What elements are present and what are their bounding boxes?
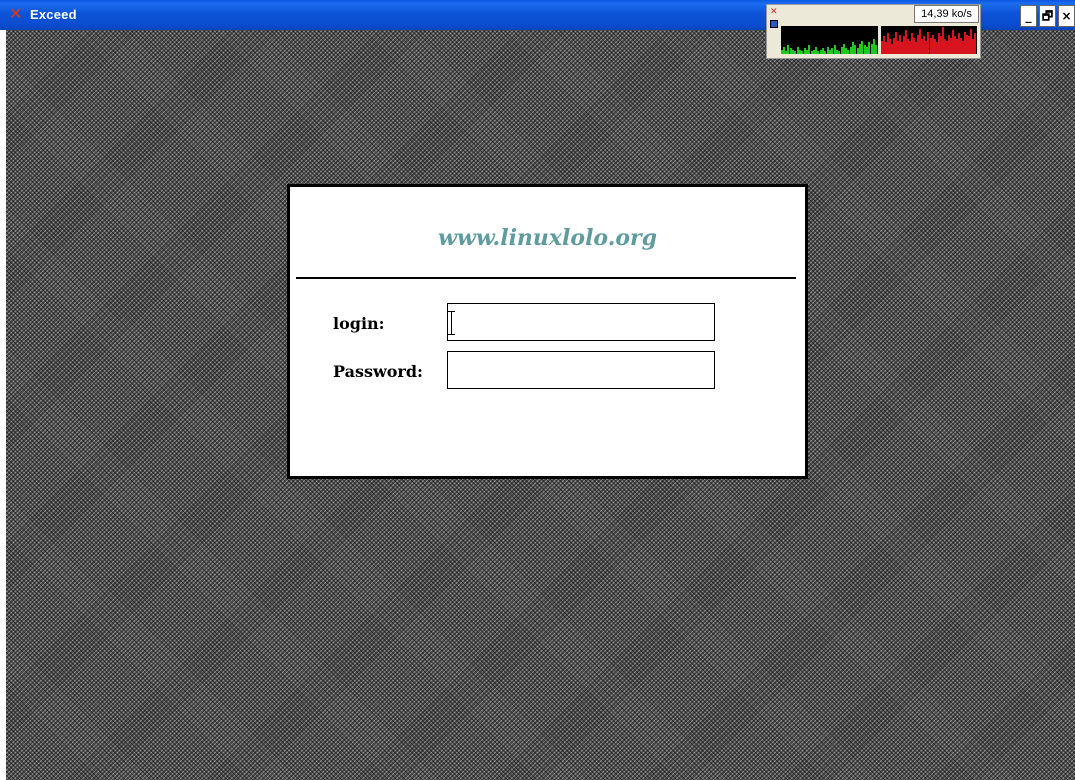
outgoing-traffic-graph <box>881 26 977 54</box>
password-label: Password: <box>333 362 423 381</box>
graph-bar <box>787 45 789 54</box>
graph-bar <box>831 48 833 54</box>
graph-bar <box>808 45 810 54</box>
graph-bar <box>801 51 803 54</box>
site-title: www.linuxlolo.org <box>437 225 658 251</box>
graph-bar <box>974 33 976 54</box>
x-logo-icon[interactable]: ✕ <box>9 6 25 22</box>
text-cursor-icon <box>448 311 459 335</box>
graph-bar <box>875 45 877 54</box>
restore-button[interactable]: 🗗 <box>1039 5 1056 27</box>
graph-bar <box>927 31 929 54</box>
graph-bar <box>817 51 819 54</box>
graph-bar <box>794 51 796 54</box>
login-dialog: www.linuxlolo.org login: Password: <box>287 184 808 479</box>
transfer-speed-readout: 14,39 ko/s <box>914 5 979 23</box>
menu-icon[interactable] <box>770 20 778 28</box>
minimize-button[interactable]: _ <box>1020 5 1037 27</box>
incoming-traffic-graph <box>781 26 878 54</box>
login-label: login: <box>333 314 385 333</box>
login-input[interactable] <box>447 303 715 341</box>
close-icon[interactable]: ✕ <box>770 7 778 17</box>
password-input[interactable] <box>447 351 715 389</box>
window-controls: _ 🗗 × <box>1020 5 1075 27</box>
graph-bar <box>847 49 849 54</box>
graph-bar <box>854 45 856 54</box>
window-title: Exceed <box>30 7 77 22</box>
divider <box>296 277 796 279</box>
graph-bar <box>868 42 870 54</box>
graph-bar <box>824 51 826 54</box>
graph-bar <box>838 51 840 54</box>
close-button[interactable]: × <box>1058 5 1075 27</box>
graph-bar <box>861 40 863 54</box>
